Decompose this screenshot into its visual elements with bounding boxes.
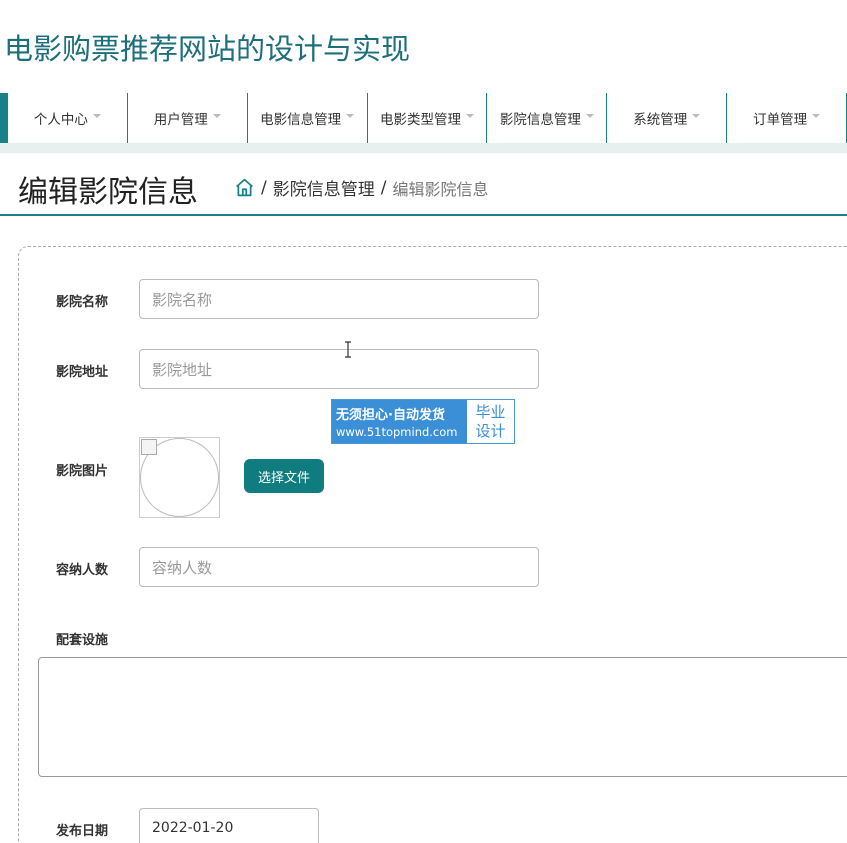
image-preview — [139, 437, 220, 518]
caret-down-icon — [585, 114, 594, 118]
watermark-badge-text: 毕业 — [475, 402, 506, 421]
nav-item-movie-type[interactable]: 电影类型管理 — [368, 93, 488, 143]
watermark-badge: 无须担心·自动发货 www.51topmind.com 毕业 设计 — [331, 399, 515, 444]
text-cursor-icon — [345, 341, 351, 358]
nav-item-label: 系统管理 — [633, 112, 688, 128]
breadcrumb: / 影院信息管理 / 编辑影院信息 — [234, 175, 488, 200]
cinema-name-input[interactable]: 影院名称 — [139, 279, 539, 319]
cinema-image-label: 影院图片 — [56, 464, 109, 479]
facilities-label: 配套设施 — [56, 633, 109, 648]
caret-down-icon — [346, 114, 355, 118]
publish-date-label: 发布日期 — [56, 824, 109, 839]
caret-down-icon — [212, 114, 221, 118]
capacity-label: 容纳人数 — [56, 563, 109, 578]
watermark-url: www.51topmind.com — [336, 425, 458, 439]
nav-item-user-management[interactable]: 用户管理 — [128, 93, 248, 143]
watermark-badge-text: 设计 — [475, 421, 506, 440]
cinema-name-label: 影院名称 — [56, 295, 109, 310]
site-title: 电影购票推荐网站的设计与实现 — [4, 32, 411, 66]
home-icon[interactable] — [234, 177, 255, 198]
main-nav: 个人中心 用户管理 电影信息管理 电影类型管理 影院信息管理 系统管理 订单管理 — [0, 93, 847, 143]
nav-item-cinema-info[interactable]: 影院信息管理 — [487, 93, 608, 143]
caret-down-icon — [812, 114, 821, 118]
page-header: 编辑影院信息 / 影院信息管理 / 编辑影院信息 — [0, 153, 847, 216]
caret-down-icon — [92, 114, 101, 118]
nav-item-label: 电影类型管理 — [380, 112, 461, 128]
breadcrumb-separator: / — [261, 177, 267, 198]
nav-divider — [0, 143, 847, 153]
broken-image-icon — [141, 439, 157, 455]
breadcrumb-separator: / — [380, 177, 387, 198]
watermark-slogan: 无须担心·自动发货 — [336, 408, 445, 423]
breadcrumb-section[interactable]: 影院信息管理 — [273, 175, 375, 200]
nav-item-personal-center[interactable]: 个人中心 — [8, 93, 128, 143]
nav-item-label: 个人中心 — [33, 112, 88, 128]
capacity-input[interactable]: 容纳人数 — [139, 547, 539, 587]
cinema-address-input[interactable]: 影院地址 — [139, 349, 539, 389]
nav-item-label: 影院信息管理 — [499, 112, 581, 128]
nav-item-label: 订单管理 — [753, 112, 808, 128]
nav-item-system[interactable]: 系统管理 — [607, 93, 728, 143]
choose-file-button[interactable]: 选择文件 — [244, 459, 324, 493]
nav-item-label: 用户管理 — [153, 112, 208, 128]
caret-down-icon — [466, 114, 474, 118]
page-title: 编辑影院信息 — [18, 175, 198, 210]
cinema-address-label: 影院地址 — [56, 365, 109, 380]
nav-item-label: 电影信息管理 — [260, 112, 342, 128]
nav-item-orders[interactable]: 订单管理 — [727, 93, 847, 143]
caret-down-icon — [692, 114, 701, 118]
breadcrumb-current: 编辑影院信息 — [392, 179, 489, 199]
facilities-textarea[interactable] — [38, 657, 847, 777]
publish-date-input[interactable]: 2022-01-20 — [139, 808, 319, 843]
nav-item-movie-info[interactable]: 电影信息管理 — [248, 93, 368, 143]
